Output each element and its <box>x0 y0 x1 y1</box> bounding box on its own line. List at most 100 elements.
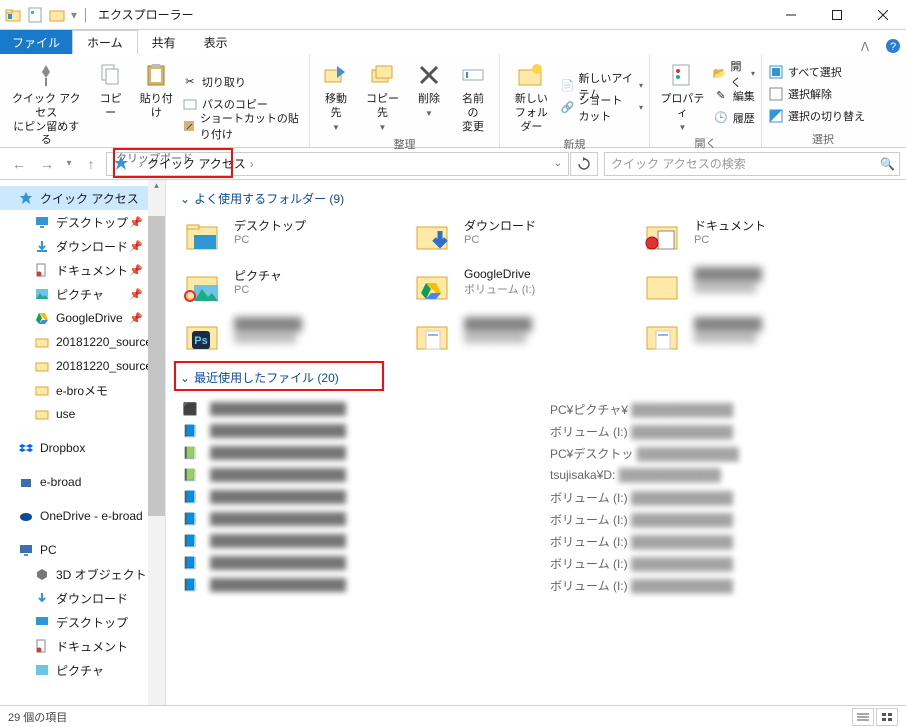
tree-pc-desktop[interactable]: デスクトップ <box>0 610 165 634</box>
refresh-button[interactable] <box>570 152 598 176</box>
cut-button[interactable]: ✂切り取り <box>180 71 305 93</box>
tree-desktop[interactable]: デスクトップ📌 <box>0 210 165 234</box>
tree-googledrive[interactable]: GoogleDrive📌 <box>0 306 165 330</box>
file-row[interactable]: 📘████████████████ボリューム (I:) ████████████ <box>180 508 892 530</box>
help-icon[interactable]: ? <box>880 38 906 54</box>
ribbon-tabs: ファイル ホーム 共有 表示 ᐱ ? <box>0 30 906 54</box>
file-row[interactable]: 📘████████████████ボリューム (I:) ████████████ <box>180 530 892 552</box>
history-button[interactable]: 🕒履歴 <box>711 107 757 129</box>
item-sub: ████████ <box>234 331 302 343</box>
open-button[interactable]: 📂開く▾ <box>711 63 757 85</box>
svg-text:?: ? <box>890 41 896 53</box>
file-row[interactable]: 📘████████████████ボリューム (I:) ████████████ <box>180 552 892 574</box>
forward-button[interactable]: → <box>34 152 60 176</box>
file-icon: ⬛ <box>180 400 200 418</box>
tree-quickaccess[interactable]: クイック アクセス <box>0 186 165 210</box>
address-location[interactable]: クイック アクセス <box>147 155 246 172</box>
section-frequent[interactable]: ⌄よく使用するフォルダー (9) <box>180 190 892 207</box>
folder-item[interactable]: ████████████████ <box>640 313 870 363</box>
path-icon <box>182 96 198 112</box>
minimize-button[interactable] <box>768 0 814 30</box>
delete-button[interactable]: 削除▼ <box>407 57 451 136</box>
close-button[interactable] <box>860 0 906 30</box>
file-row[interactable]: 📘████████████████ボリューム (I:) ████████████ <box>180 486 892 508</box>
folder-item[interactable]: ダウンロードPC <box>410 213 640 263</box>
file-row[interactable]: 📘████████████████ボリューム (I:) ████████████ <box>180 574 892 596</box>
folder-icon <box>34 406 50 422</box>
folder-item[interactable]: Ps████████████████ <box>180 313 410 363</box>
folder-item[interactable]: ピクチャPC <box>180 263 410 313</box>
chevron-right-icon[interactable]: › <box>139 157 143 171</box>
back-button[interactable]: ← <box>6 152 32 176</box>
file-icon: 📘 <box>180 532 200 550</box>
maximize-button[interactable] <box>814 0 860 30</box>
tree-scrollbar[interactable]: ▴ <box>148 180 165 705</box>
tree-folder[interactable]: 20181220_sourcetr <box>0 354 165 378</box>
chevron-right-icon[interactable]: › <box>250 157 254 171</box>
tree-folder[interactable]: 20181220_sourcetr <box>0 330 165 354</box>
address-bar[interactable]: › クイック アクセス › ⌄ <box>106 152 569 176</box>
newfolder-button[interactable]: 新しい フォルダー <box>504 57 559 136</box>
folder-icon <box>184 217 224 257</box>
tree-3dobjects[interactable]: 3D オブジェクト <box>0 562 165 586</box>
file-path: ボリューム (I:) ████████████ <box>550 555 733 572</box>
tab-home[interactable]: ホーム <box>72 30 138 54</box>
tab-file[interactable]: ファイル <box>0 30 72 54</box>
tree-folder[interactable]: e-broメモ <box>0 378 165 402</box>
qat-newfolder-icon[interactable] <box>48 6 66 24</box>
up-button[interactable]: ↑ <box>78 152 104 176</box>
search-box[interactable]: 🔍 <box>604 152 900 176</box>
qat-properties-icon[interactable] <box>26 6 44 24</box>
tab-share[interactable]: 共有 <box>138 30 190 54</box>
content-pane[interactable]: ⌄よく使用するフォルダー (9) デスクトップPCダウンロードPCドキュメントP… <box>166 180 906 705</box>
tree-pc[interactable]: PC <box>0 538 165 562</box>
folder-item[interactable]: デスクトップPC <box>180 213 410 263</box>
item-sub: ████████ <box>694 331 762 343</box>
paste-shortcut-button[interactable]: ショートカットの貼り付け <box>180 115 305 137</box>
tree-dropbox[interactable]: Dropbox <box>0 436 165 460</box>
tree-ebroad[interactable]: e-broad <box>0 470 165 494</box>
collapse-ribbon-icon[interactable]: ᐱ <box>850 40 880 54</box>
file-row[interactable]: 📘████████████████ボリューム (I:) ████████████ <box>180 420 892 442</box>
file-path: PC¥ピクチャ¥ ████████████ <box>550 401 733 418</box>
selectnone-button[interactable]: 選択解除 <box>766 83 867 105</box>
tree-pc-documents[interactable]: ドキュメント <box>0 634 165 658</box>
folder-item[interactable]: ████████████████ <box>640 263 870 313</box>
view-icons-button[interactable] <box>876 708 898 726</box>
tree-folder[interactable]: use <box>0 402 165 426</box>
invert-button[interactable]: 選択の切り替え <box>766 105 867 127</box>
folder-icon <box>644 217 684 257</box>
qat-dropdown-icon[interactable]: ▾ <box>70 5 78 25</box>
properties-button[interactable]: プロパティ▼ <box>654 57 711 135</box>
moveto-button[interactable]: 移動先▼ <box>314 57 358 136</box>
file-row[interactable]: 📗████████████████PC¥デスクトッ ████████████ <box>180 442 892 464</box>
copyto-button[interactable]: コピー先▼ <box>358 57 407 136</box>
section-recent[interactable]: ⌄最近使用したファイル (20) <box>180 369 339 386</box>
folder-item[interactable]: GoogleDriveボリューム (I:) <box>410 263 640 313</box>
view-details-button[interactable] <box>852 708 874 726</box>
tree-downloads[interactable]: ダウンロード📌 <box>0 234 165 258</box>
search-input[interactable] <box>609 156 880 172</box>
tab-view[interactable]: 表示 <box>190 30 242 54</box>
paste-button[interactable]: 貼り付け <box>133 57 180 150</box>
folder-item[interactable]: ドキュメントPC <box>640 213 870 263</box>
copy-button[interactable]: コピー <box>89 57 133 150</box>
shortcut-button[interactable]: 🔗ショートカット▾ <box>559 97 645 119</box>
item-name: GoogleDrive <box>464 267 535 281</box>
tree-documents[interactable]: ドキュメント📌 <box>0 258 165 282</box>
nav-tree[interactable]: クイック アクセス デスクトップ📌 ダウンロード📌 ドキュメント📌 ピクチャ📌 … <box>0 180 166 705</box>
tree-pictures[interactable]: ピクチャ📌 <box>0 282 165 306</box>
tree-pc-pictures[interactable]: ピクチャ <box>0 658 165 682</box>
edit-button[interactable]: ✎編集 <box>711 85 757 107</box>
folder-item[interactable]: ████████████████ <box>410 313 640 363</box>
file-row[interactable]: ⬛████████████████PC¥ピクチャ¥ ████████████ <box>180 398 892 420</box>
pin-quickaccess-button[interactable]: クイック アクセス にピン留めする <box>4 57 89 150</box>
downloads-icon <box>34 238 50 254</box>
rename-button[interactable]: 名前の 変更 <box>451 57 495 136</box>
file-row[interactable]: 📗████████████████tsujisaka¥D: ██████████… <box>180 464 892 486</box>
history-dropdown-button[interactable]: ▾ <box>62 152 76 176</box>
address-dropdown-icon[interactable]: ⌄ <box>554 158 562 169</box>
tree-onedrive[interactable]: OneDrive - e-broad <box>0 504 165 528</box>
tree-pc-downloads[interactable]: ダウンロード <box>0 586 165 610</box>
selectall-button[interactable]: すべて選択 <box>766 61 867 83</box>
